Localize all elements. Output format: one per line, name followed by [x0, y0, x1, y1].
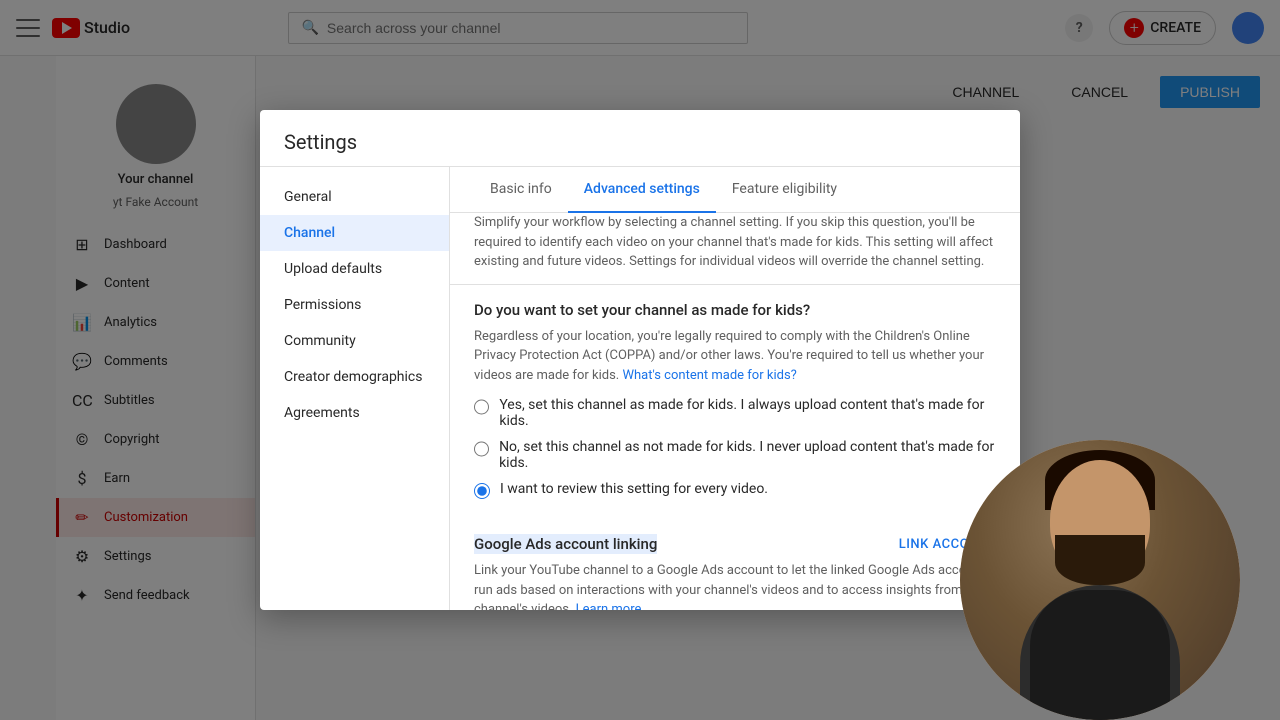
learn-more-link[interactable]: Learn more	[576, 602, 642, 610]
modal-tabs: Basic info Advanced settings Feature eli…	[450, 167, 1020, 213]
modal-nav-permissions[interactable]: Permissions	[260, 287, 449, 323]
presenter-circle	[960, 440, 1240, 720]
whats-made-for-kids-link[interactable]: What's content made for kids?	[622, 368, 796, 383]
top-description: Simplify your workflow by selecting a ch…	[450, 213, 1020, 285]
ads-header: Google Ads account linking LINK ACCOUNT	[474, 535, 996, 553]
ads-title-highlighted: Google Ads account linking	[474, 534, 657, 554]
ads-title: Google Ads account linking	[474, 535, 657, 553]
person-beard	[1055, 535, 1145, 585]
modal-nav-creator-demographics[interactable]: Creator demographics	[260, 359, 449, 395]
radio-review-each-input[interactable]	[474, 483, 490, 499]
kids-section: Do you want to set your channel as made …	[474, 301, 996, 500]
modal-body: General Channel Upload defaults Permissi…	[260, 167, 1020, 610]
modal-sidebar: General Channel Upload defaults Permissi…	[260, 167, 450, 610]
settings-modal: Settings General Channel Upload defaults…	[260, 110, 1020, 610]
tab-basic-info[interactable]: Basic info	[474, 167, 568, 213]
radio-yes-kids-label: Yes, set this channel as made for kids. …	[499, 397, 996, 429]
modal-nav-community[interactable]: Community	[260, 323, 449, 359]
radio-yes-kids-input[interactable]	[474, 399, 489, 415]
ads-section: Google Ads account linking LINK ACCOUNT …	[474, 519, 996, 610]
studio-background: Studio 🔍 ? CREATE Your channel yt Fake A…	[0, 0, 1280, 720]
modal-nav-upload-defaults[interactable]: Upload defaults	[260, 251, 449, 287]
radio-review-each: I want to review this setting for every …	[474, 481, 996, 499]
tab-feature-eligibility[interactable]: Feature eligibility	[716, 167, 853, 213]
radio-no-kids: No, set this channel as not made for kid…	[474, 439, 996, 471]
person-shirt	[1030, 590, 1170, 720]
tab-advanced-settings[interactable]: Advanced settings	[568, 167, 716, 213]
radio-no-kids-input[interactable]	[474, 441, 489, 457]
modal-content-area: Basic info Advanced settings Feature eli…	[450, 167, 1020, 610]
radio-yes-kids: Yes, set this channel as made for kids. …	[474, 397, 996, 429]
coppa-text: Regardless of your location, you're lega…	[474, 327, 996, 386]
radio-no-kids-label: No, set this channel as not made for kid…	[499, 439, 996, 471]
kids-question: Do you want to set your channel as made …	[474, 301, 996, 319]
presenter-image	[960, 440, 1240, 720]
modal-nav-general[interactable]: General	[260, 179, 449, 215]
modal-header: Settings	[260, 110, 1020, 167]
modal-nav-agreements[interactable]: Agreements	[260, 395, 449, 431]
modal-title: Settings	[284, 130, 996, 154]
modal-nav-channel[interactable]: Channel	[260, 215, 449, 251]
top-description-text: Simplify your workflow by selecting a ch…	[474, 215, 993, 269]
ads-description: Link your YouTube channel to a Google Ad…	[474, 561, 996, 610]
radio-review-each-label: I want to review this setting for every …	[500, 481, 768, 497]
modal-scroll-content: Do you want to set your channel as made …	[450, 285, 1020, 611]
